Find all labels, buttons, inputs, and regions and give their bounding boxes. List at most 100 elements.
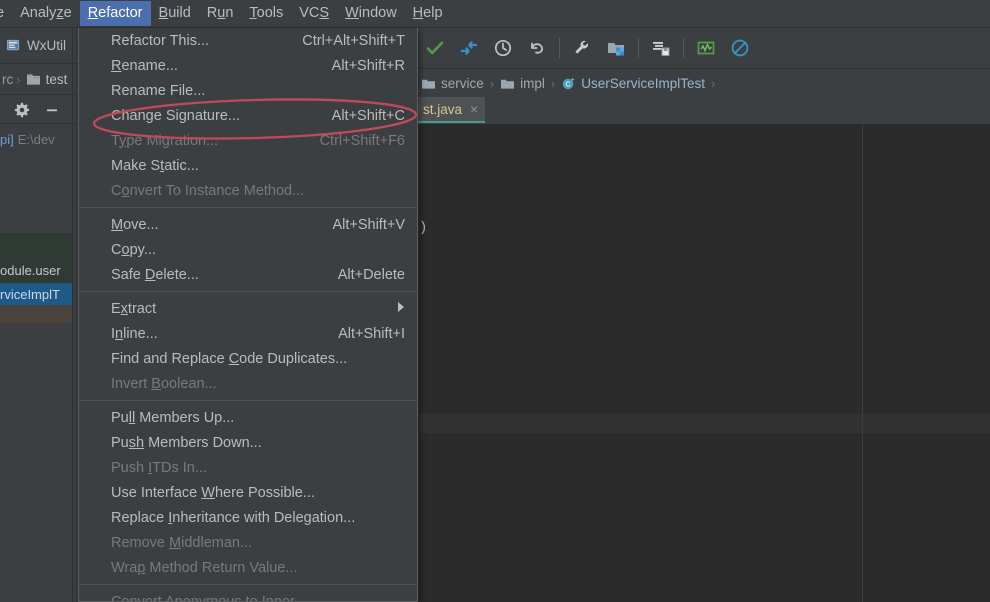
menubar-item-window[interactable]: Window — [337, 1, 405, 26]
menu-item-push-members-down[interactable]: Push Members Down... — [79, 430, 417, 455]
menubar-item-label: Tools — [249, 5, 284, 21]
editor-tab-strip: st.java × — [418, 97, 990, 125]
menubar-item-label: Help — [412, 5, 443, 21]
menu-item-label: Push Members Down... — [111, 434, 262, 451]
menubar-item-label: Window — [345, 5, 397, 21]
history-clock-icon[interactable] — [490, 35, 516, 61]
menu-item-label: Extract — [111, 300, 157, 317]
project-tab-strip[interactable]: WxUtil — [0, 28, 78, 64]
module-icon — [6, 38, 21, 53]
tree-node-module-label: odule.user — [0, 263, 61, 278]
run-tool-window-toolbar — [418, 28, 990, 69]
module-tag-label: pi] — [0, 131, 14, 147]
run-check-icon[interactable] — [422, 35, 448, 61]
editor-breadcrumb-bar: service › impl › C UserServiceImplTest › — [418, 69, 990, 97]
breadcrumb-separator-icon: › — [16, 72, 21, 87]
export-results-icon[interactable] — [648, 35, 674, 61]
editor-tab-label: st.java — [423, 101, 463, 117]
menu-item-inline[interactable]: Inline... Alt+Shift+I — [79, 321, 417, 346]
menu-item-label: Copy... — [111, 241, 156, 258]
menu-item-wrap-method-return-value: Wrap Method Return Value... — [79, 555, 417, 580]
menu-item-copy[interactable]: Copy... — [79, 237, 417, 262]
menu-item-label: Pull Members Up... — [111, 409, 235, 426]
menu-item-shortcut: Alt+Shift+C — [331, 107, 405, 124]
code-fragment: ) — [419, 220, 428, 236]
menu-item-find-and-replace-code-duplicates[interactable]: Find and Replace Code Duplicates... — [79, 346, 417, 371]
menu-item-extract[interactable]: Extract — [79, 296, 417, 321]
menubar-item-analyze[interactable]: Analyze — [12, 1, 80, 26]
main-menu-bar: e Analyze Refactor Build Run Tools VCS Window He… — [0, 0, 990, 28]
breadcrumb-item-impl[interactable]: impl — [497, 76, 548, 91]
tree-node-module[interactable]: odule.user — [0, 263, 61, 278]
project-panel-actions — [0, 96, 78, 124]
chevron-right-icon — [397, 302, 405, 315]
module-path-row: pi] E:\dev — [0, 128, 78, 150]
menu-item-rename-file[interactable]: Rename File... — [79, 78, 417, 103]
menu-item-label: Inline... — [111, 325, 158, 342]
menubar-item-refactor[interactable]: Refactor — [79, 1, 151, 26]
settings-wrench-icon[interactable] — [569, 35, 595, 61]
breadcrumb-separator-icon: › — [711, 75, 716, 91]
menu-item-label: Invert Boolean... — [111, 375, 217, 392]
menu-item-label: Type Migration... — [111, 132, 219, 149]
menubar-item-build[interactable]: Build — [151, 1, 199, 26]
menubar-item-help[interactable]: Help — [405, 1, 451, 26]
breadcrumb-src-label: rc — [2, 72, 14, 87]
menu-item-label: Replace Inheritance with Delegation... — [111, 509, 356, 526]
code-editor[interactable]: ) — [418, 124, 990, 602]
menu-separator — [79, 400, 417, 401]
menu-item-label: Convert Anonymous to Inner... — [111, 593, 307, 602]
minimize-icon[interactable] — [44, 102, 60, 118]
monitor-chart-icon[interactable] — [693, 35, 719, 61]
menu-item-safe-delete[interactable]: Safe Delete... Alt+Delete — [79, 262, 417, 287]
menu-item-rename[interactable]: Rename... Alt+Shift+R — [79, 53, 417, 78]
editor-tab-active[interactable]: st.java × — [418, 97, 486, 123]
menu-item-shortcut: Ctrl+Shift+F6 — [319, 132, 405, 149]
breadcrumb-separator-icon: › — [550, 75, 556, 91]
toolbar-separator — [559, 38, 560, 58]
breadcrumb-item-userserviceimpltest[interactable]: C UserServiceImplTest — [558, 76, 708, 91]
menubar-item-run[interactable]: Run — [199, 1, 242, 26]
open-folder-icon[interactable] — [603, 35, 629, 61]
breadcrumb-item-label: impl — [520, 75, 545, 91]
class-icon: C — [561, 76, 576, 91]
menu-item-convert-anonymous-to-inner: Convert Anonymous to Inner... — [79, 589, 417, 602]
menu-separator — [79, 207, 417, 208]
menubar-item-label: Analyze — [20, 5, 72, 21]
undo-icon[interactable] — [524, 35, 550, 61]
menu-item-convert-to-instance-method: Convert To Instance Method... — [79, 178, 417, 203]
gutter-divider — [418, 124, 419, 602]
menu-item-make-static[interactable]: Make Static... — [79, 153, 417, 178]
menu-item-type-migration: Type Migration... Ctrl+Shift+F6 — [79, 128, 417, 153]
toolbar-separator-3 — [683, 38, 684, 58]
project-breadcrumb[interactable]: rc › test — [0, 65, 78, 95]
close-icon[interactable]: × — [470, 101, 478, 117]
breadcrumb-item-label: UserServiceImplTest — [581, 75, 705, 91]
current-line-highlight — [419, 414, 990, 433]
project-tool-window: WxUtil rc › test pi] E:\dev odule.user r… — [0, 28, 78, 602]
menu-item-change-signature[interactable]: Change Signature... Alt+Shift+C — [79, 103, 417, 128]
menubar-item-tools[interactable]: Tools — [241, 1, 291, 26]
menu-item-replace-inheritance-with-delegation[interactable]: Replace Inheritance with Delegation... — [79, 505, 417, 530]
menu-item-pull-members-up[interactable]: Pull Members Up... — [79, 405, 417, 430]
coverage-arrows-icon[interactable] — [456, 35, 482, 61]
menu-item-label: Safe Delete... — [111, 266, 199, 283]
folder-icon — [421, 77, 436, 90]
menu-item-use-interface-where-possible[interactable]: Use Interface Where Possible... — [79, 480, 417, 505]
menubar-item-label: Run — [206, 5, 234, 21]
menu-item-push-itds-in: Push ITDs In... — [79, 455, 417, 480]
menu-item-refactor-this[interactable]: Refactor This... Ctrl+Alt+Shift+T — [79, 28, 417, 53]
menu-item-remove-middleman: Remove Middleman... — [79, 530, 417, 555]
right-margin-guide — [862, 124, 863, 602]
menu-item-move[interactable]: Move... Alt+Shift+V — [79, 212, 417, 237]
suppress-ban-icon[interactable] — [727, 35, 753, 61]
tree-node-selected[interactable]: rviceImplT — [0, 283, 72, 305]
breadcrumb-item-service[interactable]: service — [418, 76, 487, 91]
menu-item-label: Wrap Method Return Value... — [111, 559, 298, 576]
tree-node-modified[interactable] — [0, 305, 72, 323]
gear-icon[interactable] — [14, 102, 30, 118]
menubar-item-e[interactable]: e — [0, 1, 12, 26]
menubar-item-vcs[interactable]: VCS — [291, 1, 337, 26]
menu-item-label: Rename File... — [111, 82, 206, 99]
menu-item-label: Rename... — [111, 57, 178, 74]
